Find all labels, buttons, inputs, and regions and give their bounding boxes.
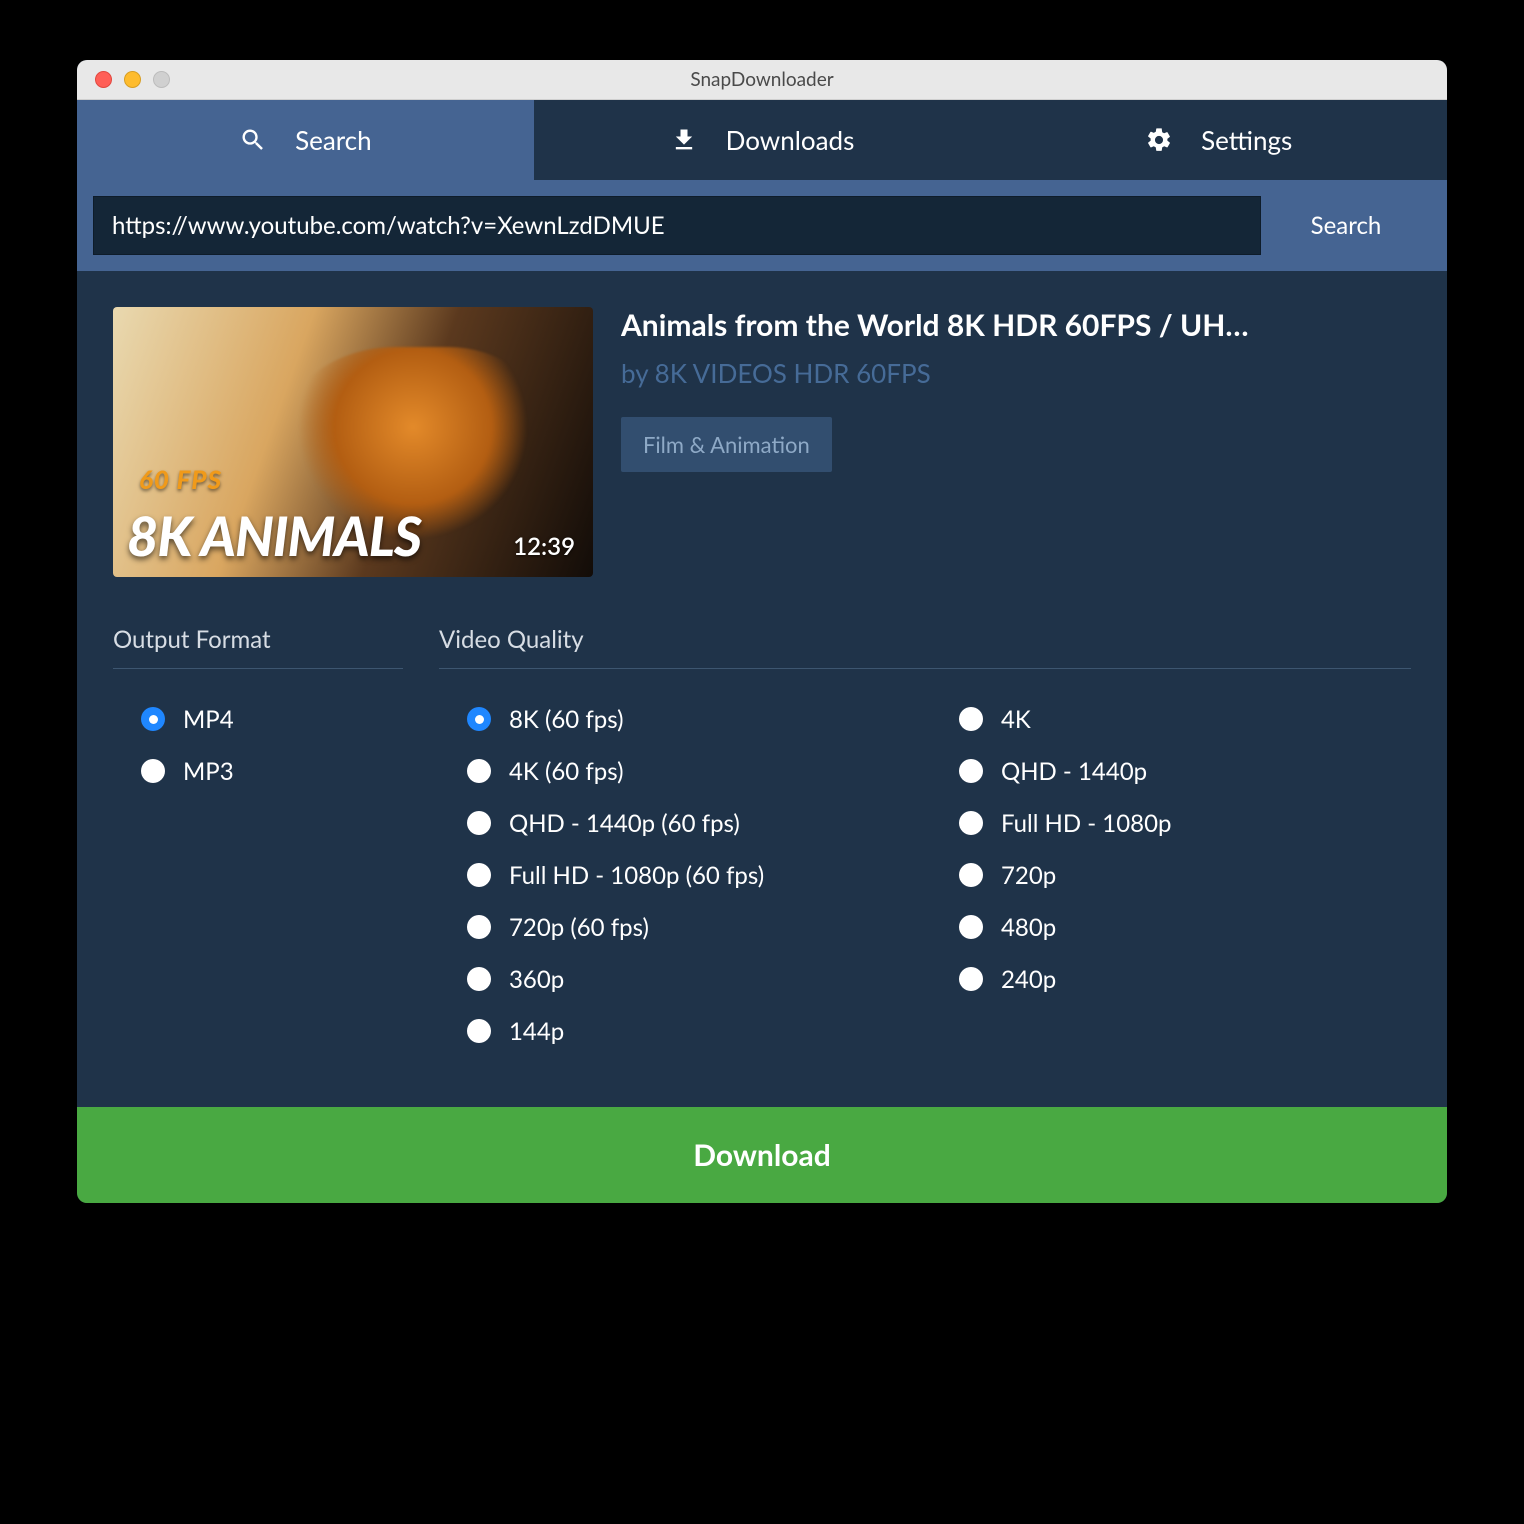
search-button[interactable]: Search: [1261, 196, 1431, 255]
quality-label: 144p: [509, 1017, 564, 1046]
format-option[interactable]: MP3: [141, 745, 403, 797]
quality-option[interactable]: 480p: [959, 901, 1411, 953]
quality-label: Full HD - 1080p (60 fps): [509, 861, 764, 890]
quality-label: 720p: [1001, 861, 1056, 890]
quality-label: QHD - 1440p: [1001, 757, 1147, 786]
radio-icon: [959, 967, 983, 991]
url-input[interactable]: [93, 196, 1261, 255]
radio-icon: [467, 967, 491, 991]
quality-option[interactable]: 720p (60 fps): [467, 901, 919, 953]
video-title: Animals from the World 8K HDR 60FPS / UH…: [621, 307, 1249, 343]
quality-option[interactable]: 4K: [959, 693, 1411, 745]
quality-option[interactable]: Full HD - 1080p (60 fps): [467, 849, 919, 901]
quality-option[interactable]: 8K (60 fps): [467, 693, 919, 745]
radio-icon: [467, 707, 491, 731]
radio-icon: [467, 863, 491, 887]
tab-search-label: Search: [295, 124, 372, 156]
format-label: MP3: [183, 757, 234, 786]
video-quality-column: Video Quality 8K (60 fps) 4K 4K (60 fps) QH…: [439, 625, 1411, 1057]
tab-search[interactable]: Search: [77, 100, 534, 180]
quality-label: 360p: [509, 965, 564, 994]
radio-icon: [141, 759, 165, 783]
quality-option[interactable]: 720p: [959, 849, 1411, 901]
radio-icon: [467, 759, 491, 783]
radio-icon: [959, 863, 983, 887]
radio-icon: [467, 915, 491, 939]
quality-label: 8K (60 fps): [509, 705, 624, 734]
radio-icon: [467, 811, 491, 835]
output-format-heading: Output Format: [113, 625, 403, 669]
quality-option[interactable]: 4K (60 fps): [467, 745, 919, 797]
main-tabs: Search Downloads Settings: [77, 100, 1447, 180]
video-thumbnail[interactable]: 60 FPS 8K ANIMALS 12:39: [113, 307, 593, 577]
radio-icon: [467, 1019, 491, 1043]
quality-option[interactable]: 144p: [467, 1005, 919, 1057]
video-duration: 12:39: [513, 532, 575, 561]
gear-icon: [1145, 126, 1173, 154]
thumb-big-label: 8K ANIMALS: [127, 512, 421, 561]
tab-downloads-label: Downloads: [726, 124, 855, 156]
quality-label: QHD - 1440p (60 fps): [509, 809, 740, 838]
search-icon: [239, 126, 267, 154]
quality-label: 4K: [1001, 705, 1031, 734]
radio-icon: [959, 759, 983, 783]
radio-icon: [141, 707, 165, 731]
quality-label: 4K (60 fps): [509, 757, 624, 786]
radio-icon: [959, 707, 983, 731]
download-icon: [670, 126, 698, 154]
app-window: SnapDownloader Search Downloads Settings…: [77, 60, 1447, 1203]
quality-option[interactable]: 360p: [467, 953, 919, 1005]
format-label: MP4: [183, 705, 234, 734]
quality-label: 240p: [1001, 965, 1056, 994]
quality-label: 480p: [1001, 913, 1056, 942]
radio-icon: [959, 811, 983, 835]
thumb-fps-label: 60 FPS: [139, 463, 222, 495]
titlebar: SnapDownloader: [77, 60, 1447, 100]
category-chip[interactable]: Film & Animation: [621, 417, 832, 472]
tab-settings-label: Settings: [1201, 124, 1292, 156]
tab-settings[interactable]: Settings: [990, 100, 1447, 180]
format-option[interactable]: MP4: [141, 693, 403, 745]
video-meta: Animals from the World 8K HDR 60FPS / UH…: [621, 307, 1249, 577]
quality-option[interactable]: QHD - 1440p: [959, 745, 1411, 797]
output-format-column: Output Format MP4 MP3: [113, 625, 403, 1057]
quality-option[interactable]: Full HD - 1080p: [959, 797, 1411, 849]
content-area: 60 FPS 8K ANIMALS 12:39 Animals from the…: [77, 271, 1447, 1107]
tab-downloads[interactable]: Downloads: [534, 100, 991, 180]
radio-icon: [959, 915, 983, 939]
video-info-row: 60 FPS 8K ANIMALS 12:39 Animals from the…: [113, 307, 1411, 577]
video-quality-heading: Video Quality: [439, 625, 1411, 669]
quality-label: 720p (60 fps): [509, 913, 649, 942]
quality-option[interactable]: QHD - 1440p (60 fps): [467, 797, 919, 849]
options-row: Output Format MP4 MP3 Video Quality 8K (6…: [113, 625, 1411, 1057]
quality-label: Full HD - 1080p: [1001, 809, 1171, 838]
download-button[interactable]: Download: [77, 1107, 1447, 1203]
search-bar: Search: [77, 180, 1447, 271]
quality-option[interactable]: 240p: [959, 953, 1411, 1005]
video-author: by 8K VIDEOS HDR 60FPS: [621, 357, 1249, 389]
window-title: SnapDownloader: [77, 68, 1447, 91]
